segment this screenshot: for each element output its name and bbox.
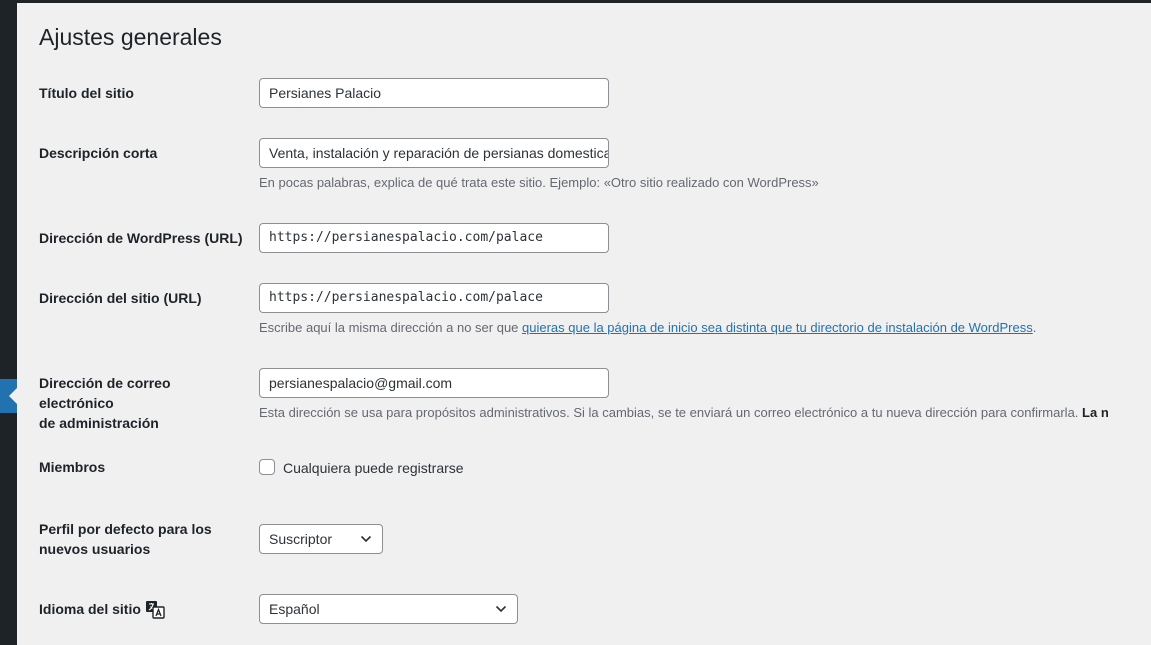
chevron-down-icon <box>495 605 507 613</box>
translation-icon <box>145 601 165 619</box>
admin-email-input[interactable]: persianespalacio@gmail.com <box>259 368 609 398</box>
tagline-input[interactable]: Venta, instalación y reparación de persi… <box>259 138 609 168</box>
chevron-down-icon <box>360 535 372 543</box>
site-language-select[interactable]: Español <box>259 594 518 624</box>
site-url-input[interactable]: https://persianespalacio.com/palace <box>259 283 609 313</box>
admin-email-description: Esta dirección se usa para propósitos ad… <box>259 404 1109 422</box>
site-title-input[interactable]: Persianes Palacio <box>259 78 609 108</box>
wp-url-input[interactable]: https://persianespalacio.com/palace <box>259 223 609 253</box>
tagline-label: Descripción corta <box>39 145 158 161</box>
page-title: Ajustes generales <box>39 24 222 50</box>
site-url-description: Escribe aquí la misma dirección a no ser… <box>259 319 1036 337</box>
wp-url-label: Dirección de WordPress (URL) <box>39 230 243 246</box>
tagline-description: En pocas palabras, explica de qué trata … <box>259 175 819 190</box>
site-url-description-prefix: Escribe aquí la misma dirección a no ser… <box>259 320 523 335</box>
site-language-selected-value: Español <box>269 601 320 617</box>
site-title-label: Título del sitio <box>39 85 134 101</box>
menu-current-arrow-icon <box>9 388 17 404</box>
membership-checkbox[interactable] <box>259 459 275 475</box>
site-language-label-text: Idioma del sitio <box>39 601 141 617</box>
default-role-label-line2: nuevos usuarios <box>39 541 151 557</box>
site-url-description-suffix: . <box>1032 320 1037 335</box>
admin-bar <box>0 0 1151 3</box>
default-role-label: Perfil por defecto para los nuevos usuar… <box>39 519 244 559</box>
admin-email-description-bold: La n <box>1082 405 1109 420</box>
default-role-label-line1: Perfil por defecto para los <box>39 521 212 537</box>
site-url-label: Dirección del sitio (URL) <box>39 290 202 306</box>
default-role-selected-value: Suscriptor <box>269 531 333 547</box>
admin-email-label: Dirección de correo electrónico de admin… <box>39 373 244 433</box>
admin-email-label-line2: de administración <box>39 415 159 431</box>
admin-email-label-line1: Dirección de correo electrónico <box>39 375 171 411</box>
membership-checkbox-label[interactable]: Cualquiera puede registrarse <box>283 459 464 477</box>
admin-sidebar-menu <box>0 0 17 645</box>
site-url-help-link[interactable]: quieras que la página de inicio sea dist… <box>522 320 1033 335</box>
site-language-label: Idioma del sitio <box>39 599 199 620</box>
admin-email-description-text: Esta dirección se usa para propósitos ad… <box>259 405 1079 420</box>
default-role-select[interactable]: Suscriptor <box>259 524 383 554</box>
membership-label: Miembros <box>39 459 106 475</box>
